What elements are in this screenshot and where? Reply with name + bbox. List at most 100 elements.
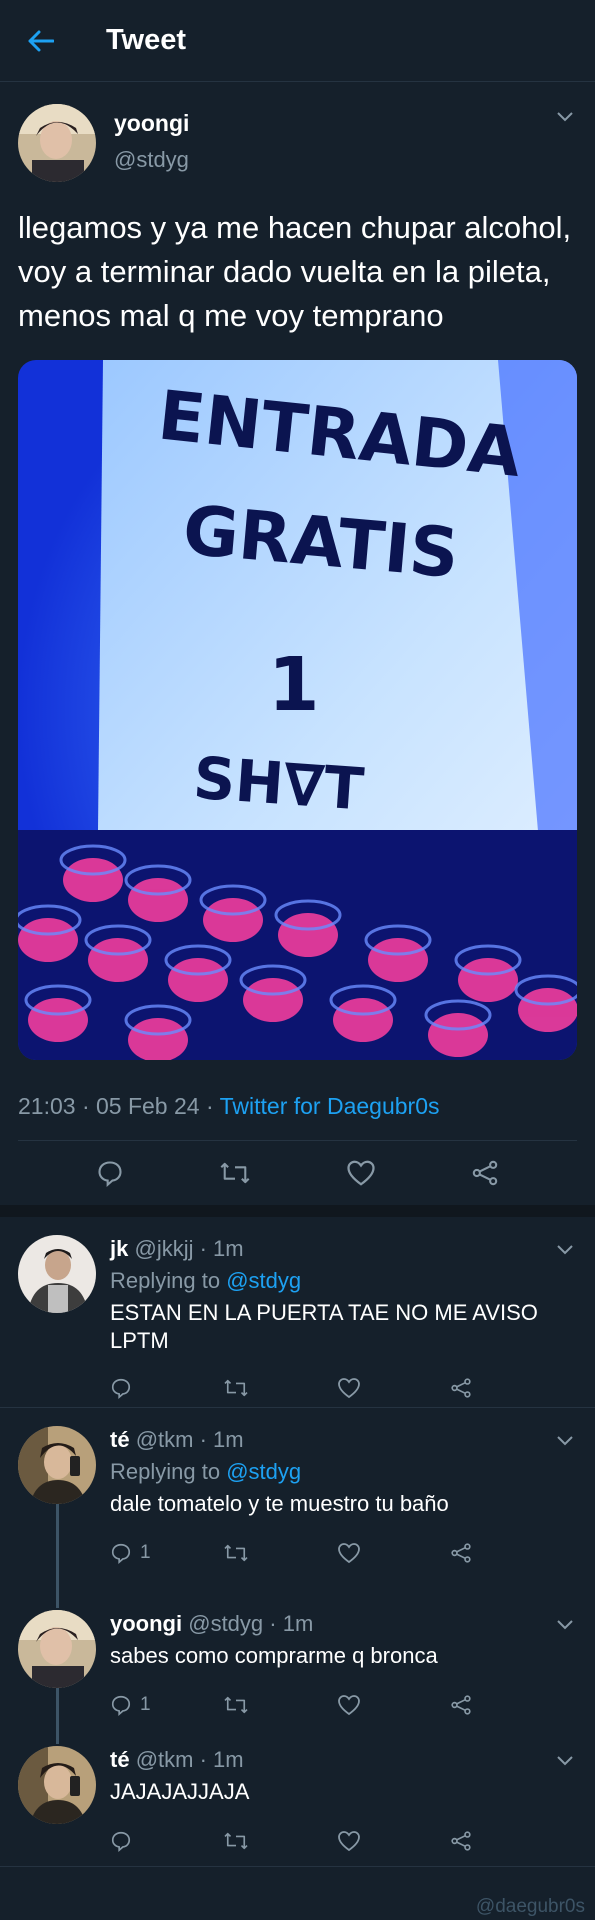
reply-icon: [110, 1377, 132, 1399]
share-button[interactable]: [450, 1694, 510, 1716]
retweet-button[interactable]: [223, 1830, 283, 1852]
like-button[interactable]: [337, 1830, 397, 1852]
like-icon: [337, 1377, 361, 1399]
replying-to: Replying to @stdyg: [110, 1267, 577, 1295]
reply-count: 1: [140, 1694, 151, 1715]
reply-item[interactable]: té @tkm · 1m Replying to @stdyg dale tom…: [0, 1408, 595, 1592]
chevron-down-icon[interactable]: [557, 1756, 573, 1766]
watermark: @daegubr0s: [475, 1896, 585, 1917]
retweet-button[interactable]: [223, 1542, 283, 1564]
reply-icon: [110, 1542, 132, 1564]
replying-to-link[interactable]: @stdyg: [226, 1459, 301, 1484]
author-name[interactable]: yoongi: [114, 110, 189, 137]
avatar[interactable]: [18, 1426, 96, 1504]
like-button[interactable]: [337, 1377, 397, 1399]
like-icon[interactable]: [346, 1159, 376, 1187]
tweet-meta: 21:03 · 05 Feb 24 · Twitter for Daegubr0…: [18, 1084, 577, 1128]
tweet-source-link[interactable]: Twitter for Daegubr0s: [220, 1093, 440, 1120]
retweet-button[interactable]: [223, 1694, 283, 1716]
reply-button[interactable]: 1: [110, 1694, 170, 1716]
image-text-line: 1: [268, 642, 320, 728]
tweet-image[interactable]: ENTRADA GRATIS 1 SH∇T: [18, 360, 577, 1060]
retweet-icon[interactable]: [219, 1159, 251, 1187]
like-icon: [337, 1542, 361, 1564]
reply-text: JAJAJAJJAJA: [110, 1779, 250, 1804]
share-icon: [450, 1694, 472, 1716]
reply-icon: [110, 1694, 132, 1716]
reply-item[interactable]: yoongi @stdyg · 1m sabes como comprarme …: [0, 1592, 595, 1728]
avatar[interactable]: [18, 1235, 96, 1313]
reply-author-handle[interactable]: @tkm: [136, 1427, 194, 1452]
reply-actions: 1: [110, 1528, 510, 1578]
reply-header: yoongi @stdyg · 1m: [110, 1610, 577, 1638]
tweet-author: yoongi @stdyg: [18, 104, 577, 184]
reply-item[interactable]: jk @jkkjj · 1m Replying to @stdyg ESTAN …: [0, 1217, 595, 1407]
replying-to: Replying to @stdyg: [110, 1458, 577, 1486]
tweet-timestamp: 21:03 · 05 Feb 24 ·: [18, 1092, 214, 1119]
reply-author-name[interactable]: jk: [110, 1236, 128, 1261]
chevron-down-icon[interactable]: [557, 112, 573, 122]
author-handle[interactable]: @stdyg: [114, 147, 189, 173]
chevron-down-icon[interactable]: [557, 1245, 573, 1255]
avatar[interactable]: [18, 104, 96, 182]
share-icon: [450, 1830, 472, 1852]
reply-author-handle[interactable]: @tkm: [136, 1747, 194, 1772]
retweet-icon: [223, 1694, 249, 1716]
reply-time: · 1m: [199, 1747, 244, 1772]
reply-actions: 1: [110, 1680, 510, 1730]
like-icon: [337, 1830, 361, 1852]
reply-count: 1: [140, 1542, 151, 1563]
reply-button[interactable]: [110, 1830, 170, 1852]
thread-line: [56, 1728, 59, 1744]
retweet-button[interactable]: [223, 1377, 283, 1399]
replying-to-label: Replying to: [110, 1459, 221, 1484]
chevron-down-icon[interactable]: [557, 1620, 573, 1630]
divider: [0, 1866, 595, 1867]
thread-line: [56, 1592, 59, 1608]
reply-time: · 1m: [199, 1427, 244, 1452]
share-icon: [450, 1377, 472, 1399]
page-title: Tweet: [106, 24, 187, 56]
reply-text: sabes como comprarme q bronca: [110, 1643, 438, 1668]
app-header: Tweet: [0, 0, 595, 82]
share-icon[interactable]: [471, 1159, 499, 1187]
reply-button[interactable]: [110, 1377, 170, 1399]
share-button[interactable]: [450, 1542, 510, 1564]
reply-actions: [110, 1363, 510, 1413]
chevron-down-icon[interactable]: [557, 1436, 573, 1446]
avatar[interactable]: [18, 1746, 96, 1824]
like-button[interactable]: [337, 1694, 397, 1716]
replying-to-link[interactable]: @stdyg: [226, 1268, 301, 1293]
reply-text: ESTAN EN LA PUERTA TAE NO ME AVISO LPTM: [110, 1300, 538, 1353]
reply-item[interactable]: té @tkm · 1m JAJAJAJJAJA: [0, 1728, 595, 1866]
like-button[interactable]: [337, 1542, 397, 1564]
share-button[interactable]: [450, 1830, 510, 1852]
reply-time: · 1m: [199, 1236, 244, 1261]
reply-time: · 1m: [269, 1611, 314, 1636]
thread-line: [56, 1688, 59, 1728]
reply-author-handle[interactable]: @stdyg: [188, 1611, 263, 1636]
reply-actions: [110, 1816, 510, 1866]
reply-author-name[interactable]: té: [110, 1427, 130, 1452]
replying-to-label: Replying to: [110, 1268, 221, 1293]
image-text-line: SH∇T: [191, 744, 366, 824]
main-tweet: yoongi @stdyg llegamos y ya me hacen chu…: [0, 82, 595, 1128]
reply-author-handle[interactable]: @jkkjj: [134, 1236, 193, 1261]
reply-icon[interactable]: [96, 1159, 124, 1187]
reply-button[interactable]: 1: [110, 1542, 170, 1564]
reply-icon: [110, 1830, 132, 1852]
reply-author-name[interactable]: yoongi: [110, 1611, 182, 1636]
reply-header: jk @jkkjj · 1m: [110, 1235, 577, 1263]
reply-header: té @tkm · 1m: [110, 1746, 577, 1774]
back-arrow-icon[interactable]: [26, 26, 56, 56]
reply-text: dale tomatelo y te muestro tu baño: [110, 1491, 449, 1516]
share-button[interactable]: [450, 1377, 510, 1399]
section-separator: [0, 1205, 595, 1217]
avatar[interactable]: [18, 1610, 96, 1688]
retweet-icon: [223, 1542, 249, 1564]
retweet-icon: [223, 1377, 249, 1399]
share-icon: [450, 1542, 472, 1564]
like-icon: [337, 1694, 361, 1716]
reply-author-name[interactable]: té: [110, 1747, 130, 1772]
retweet-icon: [223, 1830, 249, 1852]
